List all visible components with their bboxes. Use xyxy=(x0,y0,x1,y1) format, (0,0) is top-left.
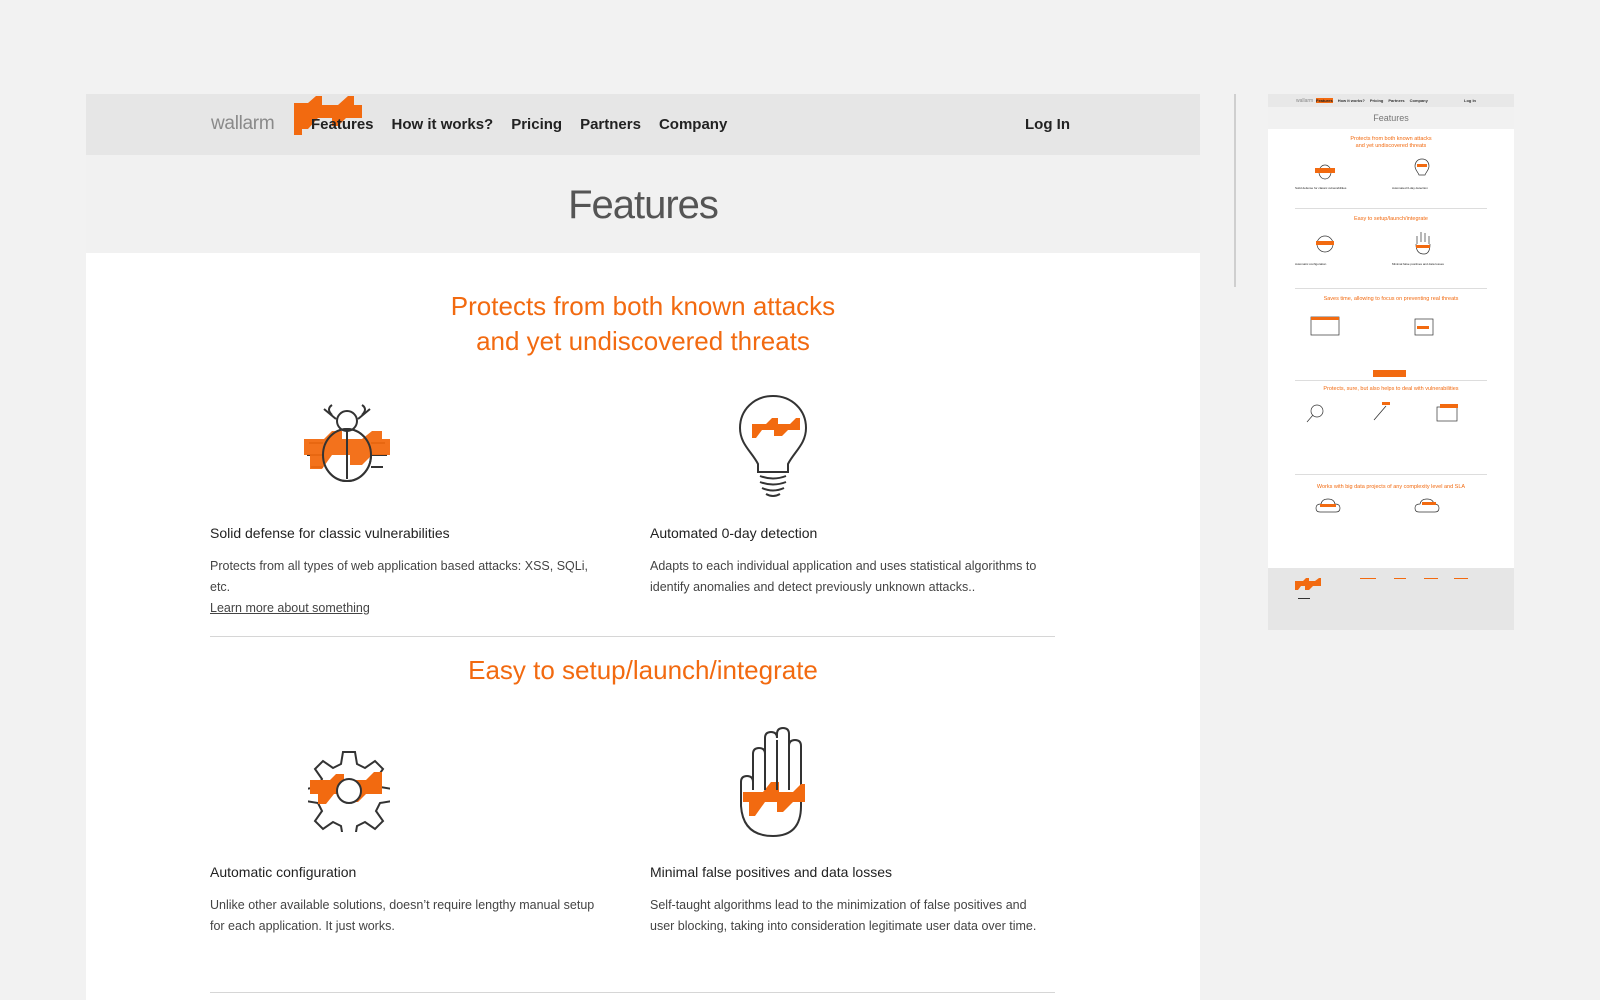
learn-more-link[interactable]: Learn more about something xyxy=(210,601,370,615)
thumbnail-cloud-icon xyxy=(1315,498,1341,513)
page-title: Features xyxy=(568,183,719,227)
thumbnail-feature-block: Automatic configuration xyxy=(1295,262,1385,267)
thumbnail-nav-item: Pricing xyxy=(1369,98,1384,103)
feature-description: Unlike other available solutions, doesn’… xyxy=(210,898,595,933)
thumbnail-title-line: Protects from both known attacks xyxy=(1350,136,1432,142)
nav-menu: Features How it works? Pricing Partners … xyxy=(294,94,745,155)
thumbnail-logo: wallarm xyxy=(1296,98,1314,104)
thumbnail-nav-item: Company xyxy=(1409,98,1428,103)
thumbnail-footer-column xyxy=(1454,578,1468,579)
thumbnail-threat-hunting-icon xyxy=(1414,318,1434,336)
thumbnail-footer-column xyxy=(1394,578,1406,579)
gear-icon xyxy=(308,751,390,832)
thumbnail-title: Features xyxy=(1268,107,1514,129)
features-content: Protects from both known attacks and yet… xyxy=(86,253,1200,1000)
thumbnail-gear-icon xyxy=(1316,235,1334,253)
nav-item-company[interactable]: Company xyxy=(659,116,727,133)
feature-heading: Automated 0-day detection xyxy=(650,525,818,541)
thumbnail-footer-column xyxy=(1360,578,1376,579)
nav-item-label: Features xyxy=(311,116,374,133)
bug-icon xyxy=(304,404,390,482)
nav-item-partners[interactable]: Partners xyxy=(580,116,641,133)
thumbnail-hand-icon xyxy=(1415,232,1431,255)
section-divider xyxy=(210,636,1055,637)
thumbnail-nav-item: How it works? xyxy=(1337,98,1365,103)
thumbnail-section-title: Easy to setup/launch/integrate xyxy=(1354,216,1428,222)
thumbnail-footer xyxy=(1268,568,1514,630)
section-title-protection: Protects from both known attacks and yet… xyxy=(86,289,1200,359)
thumbnail-feature-heading: Automatic configuration xyxy=(1295,262,1327,266)
thumbnail-cta-button xyxy=(1373,370,1406,377)
feature-text: Protects from all types of web applicati… xyxy=(210,559,588,594)
vertical-separator xyxy=(1234,94,1236,287)
thumbnail-wrench-icon xyxy=(1373,402,1390,421)
feature-heading: Automatic configuration xyxy=(210,864,357,880)
lightbulb-icon xyxy=(738,394,808,497)
thumbnail-nav-item: Features xyxy=(1316,98,1333,103)
thumbnail-nav-item: Partners xyxy=(1388,98,1405,103)
section-title-line: and yet undiscovered threats xyxy=(476,326,810,356)
thumbnail-box-icon xyxy=(1436,404,1458,422)
thumbnail-divider xyxy=(1295,208,1487,209)
top-navigation: wallarm Features How it works? Pricing P… xyxy=(86,94,1200,155)
full-page-thumbnail: wallarm Features How it works? Pricing P… xyxy=(1268,94,1514,630)
nav-item-how-it-works[interactable]: How it works? xyxy=(392,116,494,133)
thumbnail-lightbulb-icon xyxy=(1414,158,1430,176)
thumbnail-divider xyxy=(1295,380,1487,381)
thumbnail-section-title: Works with big data projects of any comp… xyxy=(1316,484,1466,490)
thumbnail-login: Log In xyxy=(1464,98,1476,103)
wallarm-logo[interactable]: wallarm xyxy=(211,113,275,135)
thumbnail-section-title: Saves time, allowing to focus on prevent… xyxy=(1323,296,1459,302)
nav-item-pricing[interactable]: Pricing xyxy=(511,116,562,133)
feature-heading: Minimal false positives and data losses xyxy=(650,864,893,880)
nav-item-features[interactable]: Features xyxy=(294,96,374,135)
thumbnail-feature-heading: Automated 0-day detection xyxy=(1392,186,1428,190)
thumbnail-feature-heading: Solid defense for classic vulnerabilitie… xyxy=(1295,186,1347,190)
thumbnail-cloud-icon xyxy=(1414,498,1440,513)
section-title-line: Protects from both known attacks xyxy=(450,291,836,321)
thumbnail-section-title: Protects, sure, but also helps to deal w… xyxy=(1323,386,1459,392)
thumbnail-divider xyxy=(1295,288,1487,289)
thumbnail-nav-items: Features How it works? Pricing Partners … xyxy=(1316,98,1428,103)
thumbnail-feature-heading: Minimal false positives and data losses xyxy=(1392,262,1444,266)
thumbnail-dashboard-icon xyxy=(1310,316,1340,336)
thumbnail-feature-block: Minimal false positives and data losses xyxy=(1392,262,1482,267)
section-divider xyxy=(210,992,1055,993)
login-link[interactable]: Log In xyxy=(1025,116,1070,133)
section-title-setup: Easy to setup/launch/integrate xyxy=(468,655,818,685)
thumbnail-nav: wallarm Features How it works? Pricing P… xyxy=(1268,94,1514,107)
thumbnail-feature-block: Automated 0-day detection xyxy=(1392,186,1482,191)
thumbnail-feature-block: Solid defense for classic vulnerabilitie… xyxy=(1295,186,1385,191)
thumbnail-bug-icon xyxy=(1315,164,1335,180)
thumbnail-footer-rule xyxy=(1298,598,1310,599)
feature-description: Self-taught algorithms lead to the minim… xyxy=(650,898,1037,933)
thumbnail-section-title: Protects from both known attacks and yet… xyxy=(1268,136,1514,150)
thumbnail-magnifier-icon xyxy=(1306,404,1324,423)
main-page-preview: wallarm Features How it works? Pricing P… xyxy=(86,94,1200,1000)
thumbnail-footer-logo-icon xyxy=(1295,578,1321,590)
thumbnail-divider xyxy=(1295,474,1487,475)
feature-heading: Solid defense for classic vulnerabilitie… xyxy=(210,525,450,541)
thumbnail-footer-column xyxy=(1424,578,1438,579)
thumbnail-title-line: and yet undiscovered threats xyxy=(1355,143,1427,149)
hand-icon xyxy=(740,726,805,838)
feature-description: Protects from all types of web applicati… xyxy=(210,556,610,619)
feature-description: Adapts to each individual application an… xyxy=(650,559,1037,594)
